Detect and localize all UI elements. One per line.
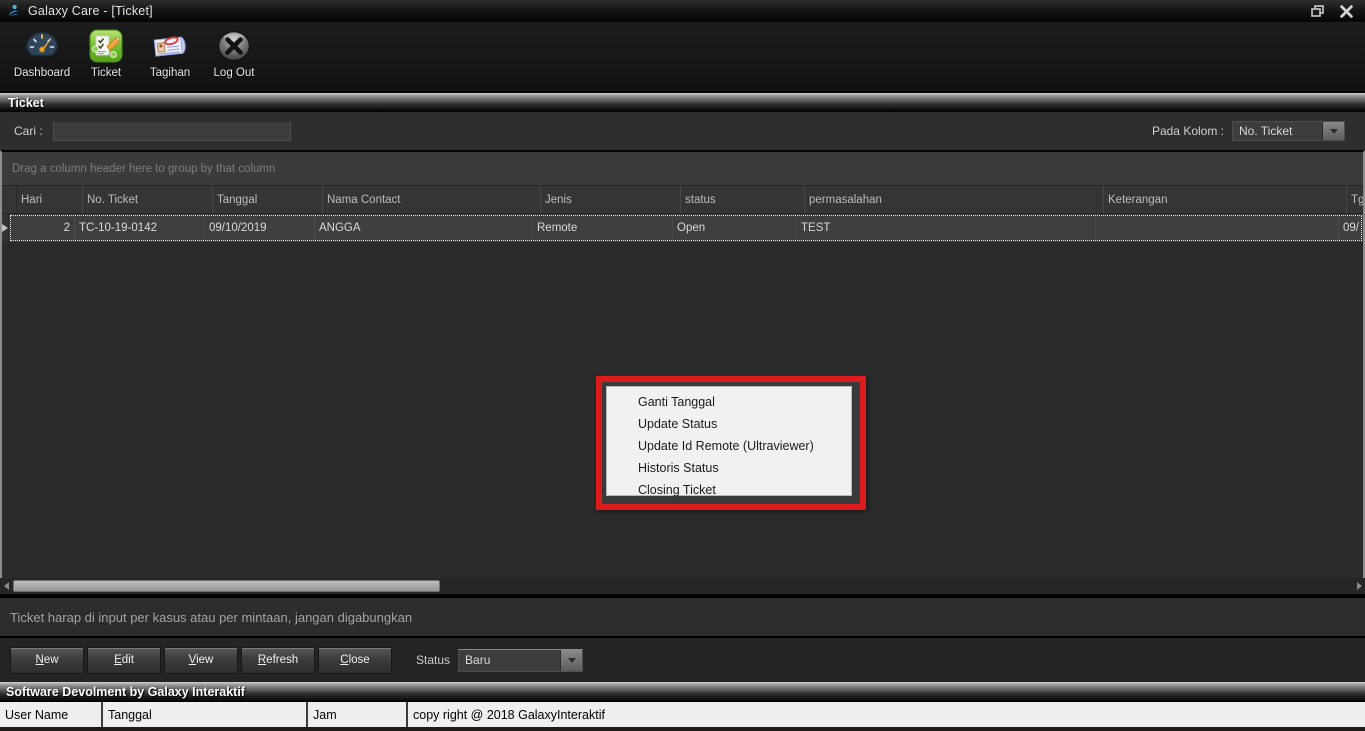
edit-button[interactable]: Edit <box>87 647 161 674</box>
status-select[interactable]: Baru <box>458 649 583 672</box>
cell-permasalahan: TEST <box>797 214 1096 242</box>
menu-item-ganti-tanggal[interactable]: Ganti Tanggal <box>607 391 851 413</box>
app-icon <box>6 3 22 19</box>
branding-bar: Software Devolment by Galaxy Interaktif <box>0 682 1365 702</box>
scroll-right-icon[interactable] <box>1353 582 1365 590</box>
column-header-hari[interactable]: Hari <box>17 186 83 213</box>
statusbar-username: User Name <box>0 702 103 727</box>
menu-item-update-status[interactable]: Update Status <box>607 413 851 435</box>
view-button[interactable]: View <box>164 647 238 674</box>
app-window: { "window": { "title": "Galaxy Care - [T… <box>0 0 1365 731</box>
close-button[interactable]: Close <box>318 647 392 674</box>
close-window-icon[interactable] <box>1337 4 1355 19</box>
status-bar: User Name Tanggal Jam copy right @ 2018 … <box>0 702 1365 727</box>
toolbar-label-ticket: Ticket <box>91 67 121 79</box>
search-label: Cari : <box>14 124 43 138</box>
status-value: Baru <box>459 653 560 667</box>
titlebar: Galaxy Care - [Ticket] <box>0 0 1365 22</box>
column-header-no-ticket[interactable]: No. Ticket <box>83 186 213 213</box>
ticket-grid: Drag a column header here to group by th… <box>0 150 1365 578</box>
new-button[interactable]: New <box>10 647 84 674</box>
chevron-down-icon[interactable] <box>560 650 582 671</box>
scroll-left-icon[interactable] <box>0 582 12 590</box>
cell-nama-contact: ANGGA <box>315 214 533 242</box>
column-filter-value: No. Ticket <box>1233 124 1322 138</box>
row-selector-header <box>2 186 17 213</box>
main-toolbar: Dashboard <box>0 22 1365 93</box>
scrollbar-track[interactable] <box>12 578 1353 594</box>
context-menu: Ganti Tanggal Update Status Update Id Re… <box>606 386 852 496</box>
toolbar-item-tagihan[interactable]: Tagihan <box>138 28 202 79</box>
status-label: Status <box>416 653 450 667</box>
column-header-status[interactable]: status <box>681 186 805 213</box>
grid-header-row: Hari No. Ticket Tanggal Nama Contact Jen… <box>2 186 1363 214</box>
grid-row[interactable]: 2 TC-10-19-0142 09/10/2019 ANGGA Remote … <box>2 214 1363 242</box>
menu-item-closing-ticket[interactable]: Closing Ticket <box>607 479 851 501</box>
ticket-icon <box>88 28 124 64</box>
actions-bar: New Edit View Refresh Close Status Baru <box>0 638 1365 682</box>
refresh-button[interactable]: Refresh <box>241 647 315 674</box>
toolbar-label-logout: Log Out <box>214 67 255 79</box>
window-controls <box>1309 4 1359 19</box>
column-header-tgl[interactable]: Tgl <box>1347 186 1363 213</box>
panel-header: Ticket <box>0 93 1365 112</box>
panel-title: Ticket <box>8 96 44 110</box>
statusbar-copyright: copy right @ 2018 GalaxyInteraktif <box>408 702 1365 727</box>
column-filter: Pada Kolom : No. Ticket <box>1152 121 1365 141</box>
menu-item-historis-status[interactable]: Historis Status <box>607 457 851 479</box>
row-selector-cell[interactable] <box>2 214 9 242</box>
cell-tanggal: 09/10/2019 <box>205 214 315 242</box>
statusbar-tanggal: Tanggal <box>103 702 308 727</box>
column-filter-label: Pada Kolom : <box>1152 124 1224 138</box>
column-header-keterangan[interactable]: Keterangan <box>1104 186 1347 213</box>
search-row: Cari : Pada Kolom : No. Ticket <box>0 112 1365 150</box>
cell-hari: 2 <box>9 214 75 242</box>
cell-status: Open <box>673 214 797 242</box>
menu-item-update-id-remote[interactable]: Update Id Remote (Ultraviewer) <box>607 435 851 457</box>
cell-keterangan <box>1096 214 1339 242</box>
toolbar-label-dashboard: Dashboard <box>14 67 70 79</box>
current-row-arrow-icon <box>2 224 8 232</box>
dashboard-gauge-icon <box>24 28 60 64</box>
cell-tgl: 09/ <box>1339 214 1363 242</box>
window-title: Galaxy Care - [Ticket] <box>28 4 153 18</box>
invoice-icon <box>152 28 188 64</box>
column-header-nama-contact[interactable]: Nama Contact <box>323 186 541 213</box>
context-menu-highlight: Ganti Tanggal Update Status Update Id Re… <box>596 376 866 510</box>
group-by-panel[interactable]: Drag a column header here to group by th… <box>2 152 1363 186</box>
info-note: Ticket harap di input per kasus atau per… <box>0 596 1365 638</box>
branding-text: Software Devolment by Galaxy Interaktif <box>6 685 245 699</box>
toolbar-item-ticket[interactable]: Ticket <box>74 28 138 79</box>
statusbar-jam: Jam <box>308 702 408 727</box>
grid-row-cells: 2 TC-10-19-0142 09/10/2019 ANGGA Remote … <box>9 214 1363 242</box>
column-header-tanggal[interactable]: Tanggal <box>213 186 323 213</box>
restore-window-icon[interactable] <box>1309 4 1327 19</box>
column-filter-select[interactable]: No. Ticket <box>1232 121 1345 141</box>
chevron-down-icon[interactable] <box>1322 122 1344 140</box>
horizontal-scrollbar <box>0 578 1365 596</box>
toolbar-item-logout[interactable]: Log Out <box>202 28 266 79</box>
column-header-jenis[interactable]: Jenis <box>541 186 681 213</box>
logout-icon <box>216 28 252 64</box>
toolbar-label-tagihan: Tagihan <box>150 67 190 79</box>
scrollbar-thumb[interactable] <box>13 580 440 592</box>
column-header-permasalahan[interactable]: permasalahan <box>805 186 1104 213</box>
bottom-strip <box>0 727 1365 731</box>
search-input[interactable] <box>53 121 291 141</box>
toolbar-item-dashboard[interactable]: Dashboard <box>10 28 74 79</box>
cell-jenis: Remote <box>533 214 673 242</box>
cell-no-ticket: TC-10-19-0142 <box>75 214 205 242</box>
